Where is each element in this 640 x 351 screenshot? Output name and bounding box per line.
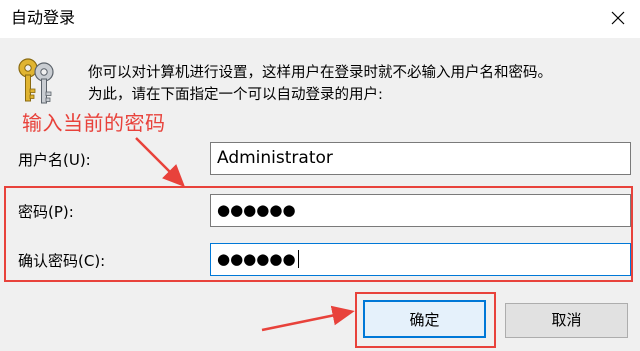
description: 你可以对计算机进行设置，这样用户在登录时就不必输入用户名和密码。 为此，请在下面… [88, 62, 628, 106]
confirm-password-value: ●●●●●● [217, 250, 296, 268]
confirm-password-field[interactable]: ●●●●●● [210, 243, 631, 276]
close-button[interactable] [602, 2, 634, 34]
text-caret [297, 250, 299, 268]
username-field[interactable]: Administrator [210, 142, 631, 175]
annotation-enter-password: 输入当前的密码 [22, 111, 166, 135]
close-icon [611, 11, 625, 25]
cancel-button[interactable]: 取消 [505, 303, 628, 338]
username-value: Administrator [217, 148, 333, 168]
description-line-2: 为此，请在下面指定一个可以自动登录的用户: [88, 87, 383, 103]
keys-icon [18, 58, 54, 104]
auto-login-dialog: 自动登录 你可以对计算机进行设置，这样用户在登录时就不必输入用户名和密码。 为此… [0, 0, 640, 351]
annotation-arrow-icon [135, 137, 355, 332]
window-title: 自动登录 [11, 8, 76, 27]
username-label: 用户名(U): [18, 151, 91, 169]
ok-button[interactable]: 确定 [363, 300, 486, 338]
description-line-1: 你可以对计算机进行设置，这样用户在登录时就不必输入用户名和密码。 [88, 65, 552, 81]
title-bar: 自动登录 [0, 0, 640, 38]
password-field[interactable]: ●●●●●● [210, 194, 631, 227]
password-label: 密码(P): [18, 203, 74, 221]
confirm-password-label: 确认密码(C): [18, 252, 106, 270]
password-value: ●●●●●● [217, 201, 296, 219]
